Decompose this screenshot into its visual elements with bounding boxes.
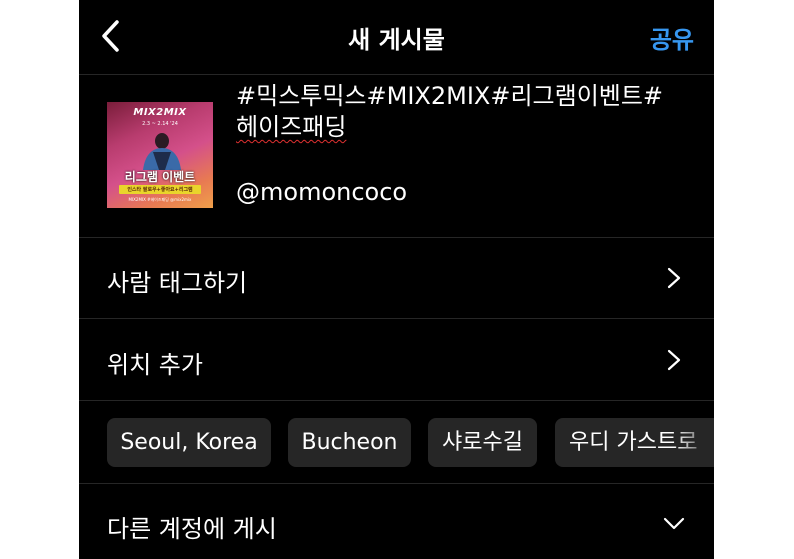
thumbnail-footer: MIX2MIX #헤이즈패딩 @mix2mix (128, 197, 192, 202)
chevron-right-icon (667, 267, 681, 289)
crosspost-label: 다른 계정에 게시 (107, 515, 277, 543)
page-title: 새 게시물 (348, 26, 445, 54)
chevron-right-icon (667, 349, 681, 371)
thumbnail-title: MIX2MIX (133, 107, 187, 118)
location-chip[interactable]: Bucheon (288, 418, 411, 467)
location-chip[interactable]: 우디 가스트로 (555, 418, 714, 467)
crosspost-row[interactable]: 다른 계정에 게시 (79, 484, 714, 559)
tag-people-row[interactable]: 사람 태그하기 (79, 238, 714, 319)
add-location-row[interactable]: 위치 추가 (79, 320, 714, 401)
caption-line: #믹스투믹스#MIX2MIX#리그램이벤트# (236, 82, 664, 110)
thumbnail-band-text: 인스타 팔로우+좋아요+리그램 (127, 187, 193, 193)
chip-fade-mask (674, 418, 714, 467)
post-thumbnail[interactable]: MIX2MIX 2.3 ~ 2.14 '24 리그램 이벤트 인스타 팔로우+좋… (107, 102, 213, 208)
person-figure-icon (143, 133, 181, 170)
header: 새 게시물 공유 (79, 0, 714, 75)
caption-input[interactable]: #믹스투믹스#MIX2MIX#리그램이벤트# 헤이즈패딩 (236, 81, 696, 143)
caption-misspelled-word: 헤이즈패딩 (236, 113, 347, 141)
location-chip[interactable]: 샤로수길 (428, 418, 537, 467)
location-chip[interactable]: Seoul, Korea (107, 418, 271, 467)
thumbnail-date: 2.3 ~ 2.14 '24 (142, 121, 178, 127)
tag-people-label: 사람 태그하기 (107, 269, 248, 297)
share-button[interactable]: 공유 (650, 20, 694, 55)
add-location-label: 위치 추가 (107, 351, 203, 379)
mention-text: @momoncoco (236, 178, 408, 206)
chevron-down-icon (663, 517, 685, 530)
post-composer: MIX2MIX 2.3 ~ 2.14 '24 리그램 이벤트 인스타 팔로우+좋… (79, 75, 714, 238)
location-suggestions: Seoul, Korea Bucheon 샤로수길 우디 가스트로 (79, 401, 714, 484)
new-post-screen: 새 게시물 공유 MIX2MIX 2.3 ~ 2.14 '24 리그램 이벤트 … (79, 0, 714, 559)
thumbnail-event-text: 리그램 이벤트 (124, 170, 196, 184)
